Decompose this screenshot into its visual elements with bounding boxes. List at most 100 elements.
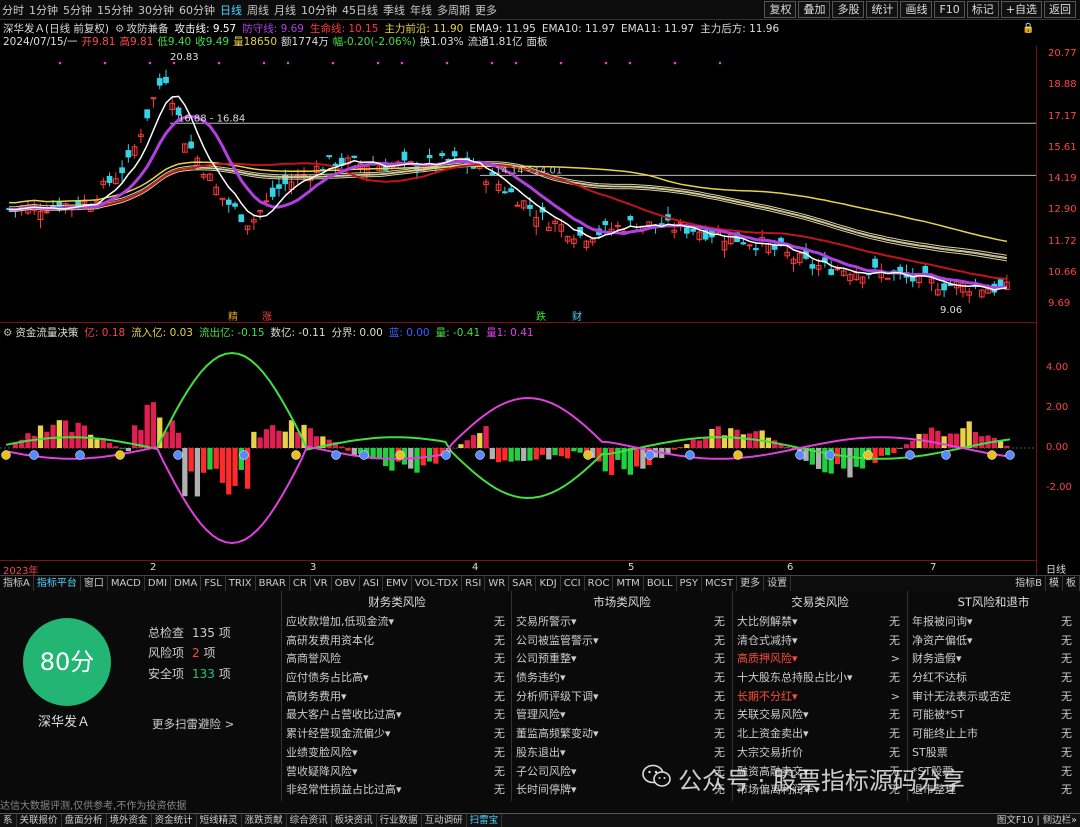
indicator-tab[interactable]: TRIX <box>226 576 256 591</box>
taskbar-item[interactable]: 盘面分析 <box>62 814 107 827</box>
period-tab[interactable]: 季线 <box>383 2 405 18</box>
risk-item[interactable]: 清仓式减持▾无 <box>734 632 906 651</box>
indicator-tab[interactable]: WR <box>485 576 509 591</box>
taskbar-right[interactable]: 图文F10 | 侧边栏» <box>994 814 1080 827</box>
indicator-tab[interactable]: EMV <box>383 576 412 591</box>
indicator-tab[interactable]: 指标A <box>0 576 34 591</box>
indicator-tab[interactable]: PSY <box>677 576 703 591</box>
toolbar-button[interactable]: 标记 <box>967 1 999 18</box>
risk-item[interactable]: 累计经营现金流偏少▾无 <box>283 725 511 744</box>
indicator-tab[interactable]: 设置 <box>764 576 791 591</box>
risk-item[interactable]: 应付债务占比高▾无 <box>283 669 511 688</box>
indicator-tab[interactable]: OBV <box>332 576 360 591</box>
risk-item[interactable]: 高研发费用资本化无 <box>283 632 511 651</box>
risk-item[interactable]: 大宗交易折价无 <box>734 744 906 763</box>
toolbar-button[interactable]: 统计 <box>866 1 898 18</box>
period-tab[interactable]: 45日线 <box>342 2 378 18</box>
toolbar-button[interactable]: F10 <box>934 1 964 18</box>
risk-item[interactable]: 净资产偏低▾无 <box>909 632 1078 651</box>
indicator-tab[interactable]: 更多 <box>737 576 764 591</box>
risk-item[interactable]: 十大股东总持股占比小▾无 <box>734 669 906 688</box>
period-tab[interactable]: 月线 <box>274 2 296 18</box>
indicator-tab[interactable]: MTM <box>613 576 643 591</box>
risk-item[interactable]: 管理风险▾无 <box>513 706 731 725</box>
risk-item[interactable]: 业绩变脸风险▾无 <box>283 744 511 763</box>
indicator-tab[interactable]: DMI <box>145 576 171 591</box>
indicator-tab-right[interactable]: 模 <box>1046 576 1063 591</box>
indicator-tab[interactable]: VR <box>311 576 332 591</box>
period-tab[interactable]: 更多 <box>475 2 497 18</box>
risk-item[interactable]: 高商誉风险无 <box>283 650 511 669</box>
toolbar-button[interactable]: 返回 <box>1044 1 1076 18</box>
toolbar-button[interactable]: 叠加 <box>798 1 830 18</box>
indicator-tab[interactable]: KDJ <box>536 576 560 591</box>
indicator-tab[interactable]: VOL-TDX <box>412 576 462 591</box>
price-chart[interactable]: 20.8316.88 - 16.8414.14 - 14.019.06精涨跌财 <box>0 46 1036 322</box>
taskbar-item[interactable]: 资金统计 <box>152 814 197 827</box>
period-tab[interactable]: 5分钟 <box>63 2 92 18</box>
taskbar-item[interactable]: 系 <box>0 814 17 827</box>
indicator-tab[interactable]: SAR <box>509 576 536 591</box>
taskbar-item[interactable]: 综合资讯 <box>287 814 332 827</box>
indicator-tab-right[interactable]: 指标B <box>1012 576 1046 591</box>
taskbar-item[interactable]: 互动调研 <box>422 814 467 827</box>
risk-item[interactable]: 北上资金卖出▾无 <box>734 725 906 744</box>
indicator-tab[interactable]: MACD <box>108 576 145 591</box>
risk-item[interactable]: 最大客户占营收比过高▾无 <box>283 706 511 725</box>
risk-item[interactable]: 应收款增加,低现金流▾无 <box>283 613 511 632</box>
lock-icon[interactable]: 🔒 <box>1022 23 1034 34</box>
risk-item[interactable]: 长期不分红▾> <box>734 688 906 707</box>
risk-item[interactable]: 公司被监管警示▾无 <box>513 632 731 651</box>
risk-item[interactable]: 可能被*ST无 <box>909 706 1078 725</box>
taskbar-item[interactable]: 短线精灵 <box>197 814 242 827</box>
risk-item[interactable]: 分析师评级下调▾无 <box>513 688 731 707</box>
taskbar-item[interactable]: 涨跌贡献 <box>242 814 287 827</box>
indicator-tab[interactable]: 指标平台 <box>34 576 81 591</box>
period-tab[interactable]: 30分钟 <box>138 2 174 18</box>
indicator-tab[interactable]: DMA <box>171 576 201 591</box>
toolbar-button[interactable]: 多股 <box>832 1 864 18</box>
risk-item[interactable]: 公司预重整▾无 <box>513 650 731 669</box>
risk-item[interactable]: 关联交易风险▾无 <box>734 706 906 725</box>
indicator-tab[interactable]: ROC <box>585 576 614 591</box>
period-tab[interactable]: 10分钟 <box>301 2 337 18</box>
taskbar-item[interactable]: 关联报价 <box>17 814 62 827</box>
indicator-tab[interactable]: ASI <box>360 576 383 591</box>
indicator-tab[interactable]: MCST <box>702 576 737 591</box>
period-tab[interactable]: 日线 <box>220 2 242 18</box>
risk-item[interactable]: 大比例解禁▾无 <box>734 613 906 632</box>
toolbar-button[interactable]: 画线 <box>900 1 932 18</box>
gear-icon[interactable]: ⚙ <box>115 23 124 35</box>
toolbar-button[interactable]: +自选 <box>1001 1 1042 18</box>
gear-icon[interactable]: ⚙ <box>3 327 12 339</box>
indicator-tab[interactable]: 窗口 <box>81 576 108 591</box>
taskbar-item[interactable]: 行业数据 <box>377 814 422 827</box>
period-tab[interactable]: 60分钟 <box>179 2 215 18</box>
indicator-tab[interactable]: CCI <box>561 576 585 591</box>
period-tab[interactable]: 15分钟 <box>97 2 133 18</box>
period-tab[interactable]: 年线 <box>410 2 432 18</box>
taskbar-item[interactable]: 境外资金 <box>107 814 152 827</box>
risk-item[interactable]: 财务造假▾无 <box>909 650 1078 669</box>
risk-item[interactable]: 审计无法表示或否定无 <box>909 688 1078 707</box>
risk-item[interactable]: 年报被问询▾无 <box>909 613 1078 632</box>
period-tab[interactable]: 周线 <box>247 2 269 18</box>
taskbar-item[interactable]: 扫雷宝 <box>467 814 503 827</box>
risk-item[interactable]: 股东退出▾无 <box>513 744 731 763</box>
period-tab[interactable]: 分时 <box>2 2 24 18</box>
risk-item[interactable]: 高质押风险▾> <box>734 650 906 669</box>
risk-item[interactable]: 营收疑降风险▾无 <box>283 763 511 782</box>
taskbar-item[interactable]: 板块资讯 <box>332 814 377 827</box>
period-tab[interactable]: 多周期 <box>437 2 470 18</box>
risk-item[interactable]: 董监高频繁变动▾无 <box>513 725 731 744</box>
risk-item[interactable]: 债务违约▾无 <box>513 669 731 688</box>
risk-item[interactable]: 可能终止上市无 <box>909 725 1078 744</box>
risk-item[interactable]: 交易所警示▾无 <box>513 613 731 632</box>
risk-item[interactable]: 分红不达标无 <box>909 669 1078 688</box>
period-tab[interactable]: 1分钟 <box>29 2 58 18</box>
indicator-tab[interactable]: CR <box>290 576 311 591</box>
indicator-tab[interactable]: BRAR <box>256 576 290 591</box>
risk-item[interactable]: ST股票无 <box>909 744 1078 763</box>
indicator-tab[interactable]: RSI <box>462 576 485 591</box>
indicator-tab[interactable]: FSL <box>201 576 226 591</box>
